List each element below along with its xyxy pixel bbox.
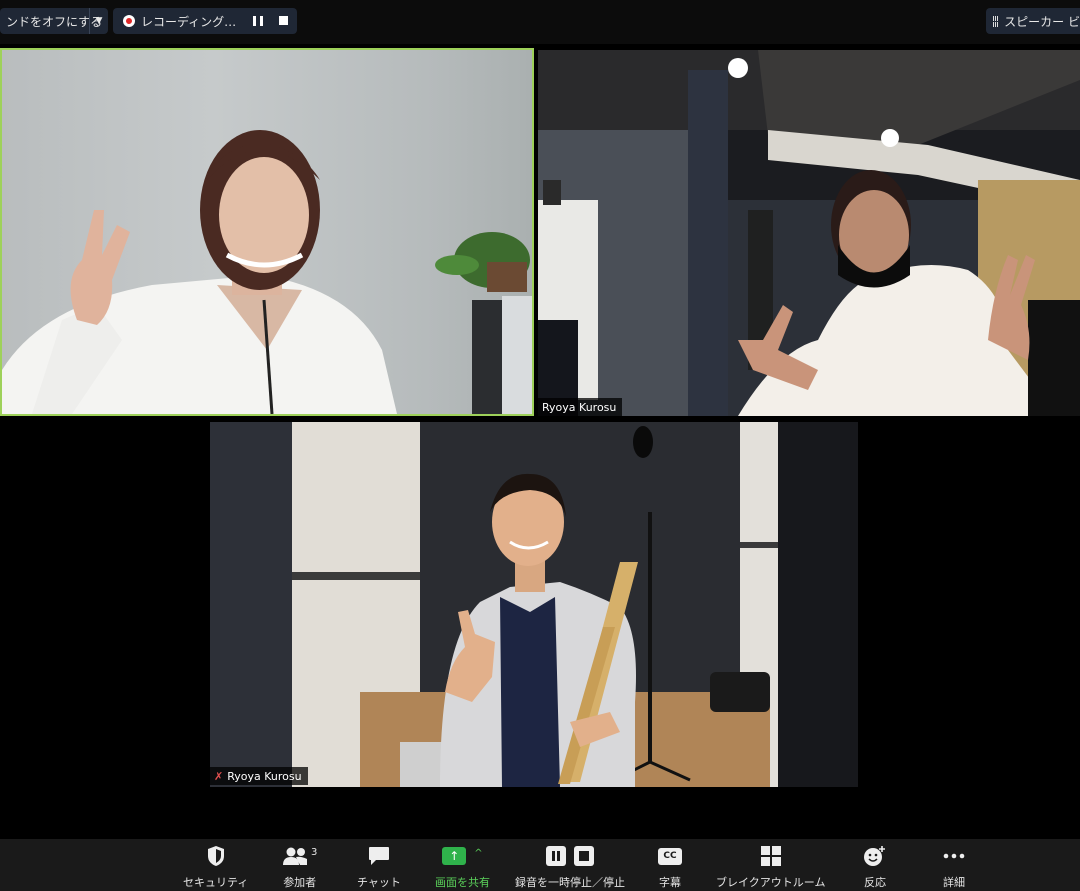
breakout-grid-icon <box>760 843 781 869</box>
chat-button[interactable]: チャット <box>357 843 401 890</box>
video-tile-active-speaker[interactable] <box>0 48 534 416</box>
breakout-rooms-label: ブレイクアウトルーム <box>716 876 826 889</box>
smiley-plus-icon <box>863 843 887 869</box>
breakout-rooms-button[interactable]: ブレイクアウトルーム <box>716 843 825 890</box>
original-sound-toggle[interactable]: ンドをオフにする ▼ <box>0 8 108 34</box>
captions-label: 字幕 <box>659 876 681 889</box>
participants-label: 参加者 <box>283 876 317 889</box>
participant-video-1 <box>2 130 532 414</box>
captions-button[interactable]: CC 字幕 <box>658 843 682 890</box>
stop-icon[interactable] <box>574 846 594 866</box>
participants-button[interactable]: 3 参加者 <box>282 843 317 890</box>
participants-count: 3 <box>311 846 318 858</box>
participant-name: Ryoya Kurosu <box>542 400 617 414</box>
shield-icon <box>207 843 225 869</box>
share-screen-button[interactable]: ↑ ^ 画面を共有 <box>435 843 490 890</box>
record-icon <box>123 15 135 27</box>
recording-control-label: 録音を一時停止／停止 <box>515 876 625 889</box>
recording-control-button[interactable]: 録音を一時停止／停止 <box>515 843 625 890</box>
chevron-down-icon[interactable]: ▼ <box>89 8 108 34</box>
participant-name-self: Ryoya Kurosu <box>227 769 302 783</box>
chat-label: チャット <box>357 876 401 889</box>
reactions-label: 反応 <box>864 876 886 889</box>
recording-label: レコーディング… <box>141 14 237 29</box>
participant-video-3 <box>210 422 858 787</box>
participant-name-tag: Ryoya Kurosu <box>538 398 623 416</box>
more-dots-icon <box>943 843 965 869</box>
more-label: 詳細 <box>943 876 965 889</box>
closed-captions-icon: CC <box>658 843 682 869</box>
view-switch-label: スピーカー ビ <box>1004 14 1080 29</box>
meeting-controls-toolbar: セキュリティ 3 参加者 チャット ↑ ^ 画面を共有 録音を一時停止／停止 C… <box>0 839 1080 891</box>
video-tile-participant[interactable]: Ryoya Kurosu <box>538 50 1080 416</box>
share-screen-label: 画面を共有 <box>435 876 490 889</box>
video-tile-self[interactable]: ✗ Ryoya Kurosu <box>210 422 858 787</box>
security-button[interactable]: セキュリティ <box>183 843 248 890</box>
view-switch-button[interactable]: スピーカー ビ <box>986 8 1080 34</box>
chat-bubble-icon <box>368 843 390 869</box>
meeting-top-bar: ンドをオフにする ▼ レコーディング… スピーカー ビ <box>0 0 1080 44</box>
recording-indicator: レコーディング… <box>113 8 297 34</box>
pause-recording-icon[interactable] <box>253 16 263 26</box>
security-label: セキュリティ <box>183 876 249 889</box>
recording-controls <box>546 843 594 869</box>
stop-recording-icon[interactable] <box>279 16 288 25</box>
chevron-up-icon[interactable]: ^ <box>474 848 482 859</box>
participant-name-tag-self: ✗ Ryoya Kurosu <box>210 767 308 785</box>
participants-icon: 3 <box>282 843 317 869</box>
captions-badge: CC <box>658 847 682 865</box>
reactions-button[interactable]: 反応 <box>863 843 887 890</box>
mic-muted-icon: ✗ <box>214 769 224 783</box>
participant-video-2 <box>538 50 1080 416</box>
more-button[interactable]: 詳細 <box>943 843 965 890</box>
share-screen-icon: ↑ ^ <box>442 843 483 869</box>
pause-icon[interactable] <box>546 846 566 866</box>
